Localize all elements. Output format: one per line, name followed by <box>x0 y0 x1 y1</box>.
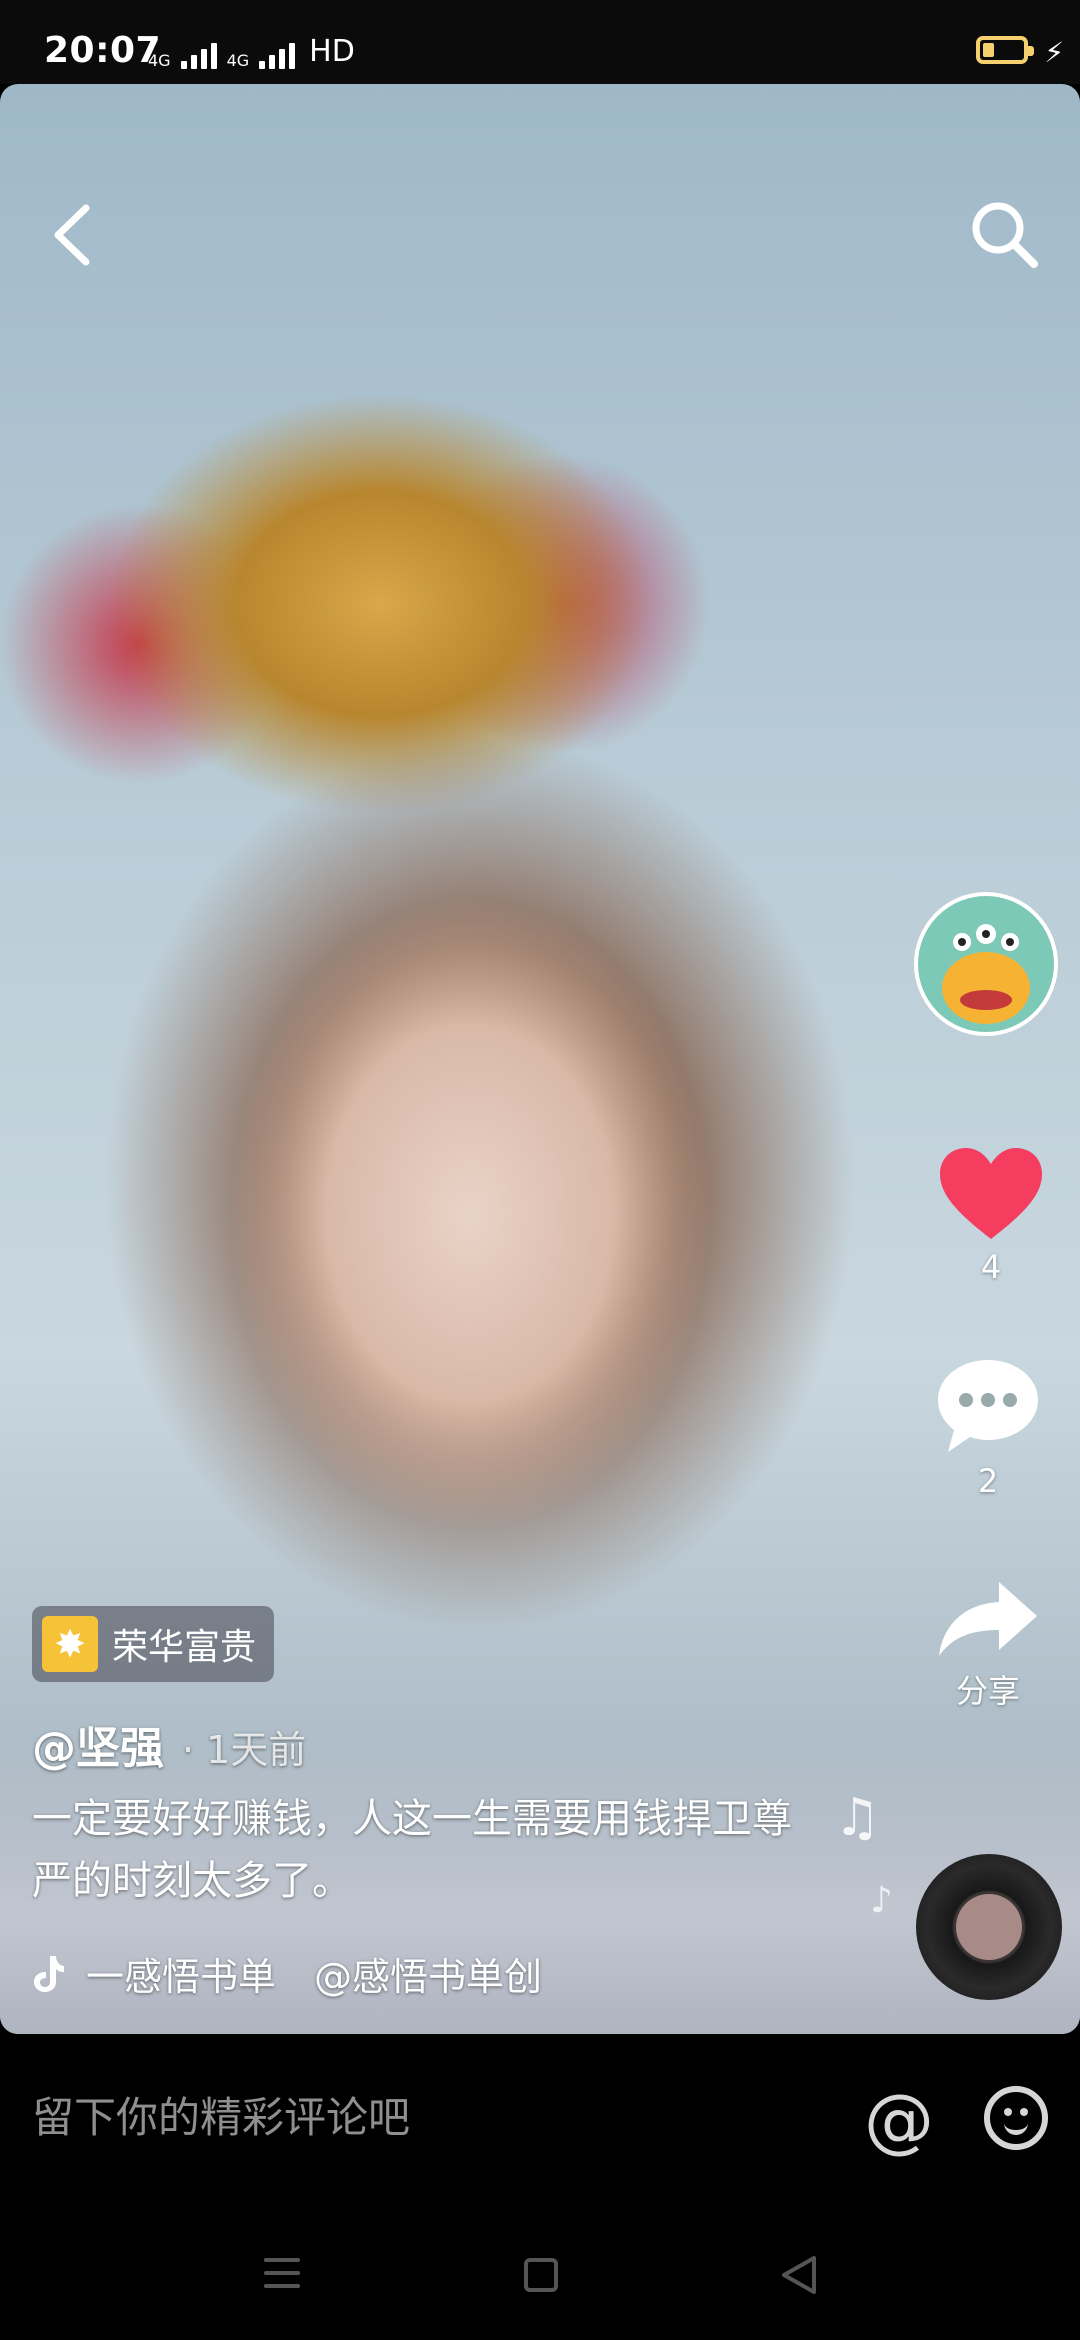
avatar[interactable] <box>914 892 1058 1036</box>
network-status: 4G 4G HD <box>148 34 355 69</box>
comment-bubble-icon <box>938 1360 1038 1452</box>
status-bar: 20:07 4G 4G HD ⚡ <box>0 0 1080 84</box>
share-label: 分享 <box>955 1672 1020 1710</box>
comment-count: 2 <box>977 1462 999 1500</box>
tiktok-note-icon <box>34 1955 64 1992</box>
music-cover <box>956 1894 1022 1960</box>
music-info[interactable]: 一感悟书单 @感悟书单创 <box>32 1946 542 2001</box>
hd-label: HD <box>309 34 355 69</box>
effect-badge[interactable]: ✸ 荣华富贵 <box>32 1606 275 1682</box>
search-icon[interactable] <box>968 198 1040 270</box>
music-disc[interactable] <box>916 1854 1062 2000</box>
music-text: 一感悟书单 @感悟书单创 <box>86 1955 543 1999</box>
network1-label: 4G <box>148 51 171 70</box>
monster-avatar-icon <box>942 924 1030 1024</box>
like-count: 4 <box>980 1248 1002 1286</box>
author-meta: @坚强 · 1天前 <box>32 1712 306 1776</box>
video-player[interactable]: 4 2 分享 ✸ 荣华富贵 @坚强 · 1天前 一定要好好赚钱，人这一生需要用钱… <box>0 84 1080 2034</box>
effect-label: 荣华富贵 <box>112 1627 257 1668</box>
time-ago: · 1天前 <box>182 1728 307 1772</box>
emoji-icon[interactable] <box>984 2086 1048 2150</box>
chevron-left-icon[interactable] <box>46 200 106 270</box>
video-caption: 一定要好好赚钱，人这一生需要用钱捍卫尊严的时刻太多了。 <box>32 1796 792 1904</box>
signal-icon-2 <box>259 43 296 69</box>
at-icon[interactable]: @ <box>864 2080 934 2160</box>
nav-back-icon[interactable] <box>776 2252 822 2298</box>
music-note-icon: ♫ <box>834 1788 881 1848</box>
username[interactable]: @坚强 <box>32 1712 164 1776</box>
sparkle-icon: ✸ <box>42 1616 98 1672</box>
nav-home-icon[interactable] <box>524 2258 558 2292</box>
share-button[interactable]: 分享 <box>926 1574 1050 1712</box>
nav-menu-icon[interactable] <box>264 2258 300 2297</box>
network2-label: 4G <box>226 51 250 70</box>
status-time: 20:07 <box>44 30 162 71</box>
signal-icon <box>180 43 217 69</box>
share-arrow-icon <box>939 1582 1037 1656</box>
charging-icon: ⚡ <box>1044 36 1064 69</box>
comment-input[interactable]: 留下你的精彩评论吧 <box>32 2084 410 2145</box>
like-button[interactable]: 4 <box>936 1144 1046 1286</box>
music-note-icon-small: ♪ <box>870 1880 893 1921</box>
heart-icon <box>940 1148 1042 1239</box>
comment-button[interactable]: 2 <box>932 1354 1044 1500</box>
battery-icon <box>976 36 1034 64</box>
